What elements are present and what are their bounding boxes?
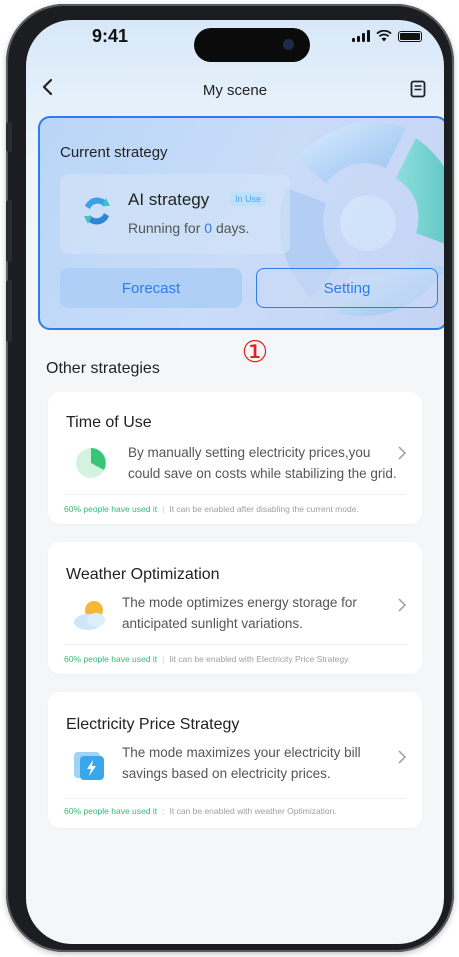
pie-chart-icon [76, 448, 106, 478]
card-title: Electricity Price Strategy [66, 716, 240, 733]
card-divider [64, 494, 406, 495]
running-prefix: Running for [128, 220, 205, 236]
ai-strategy-name: AI strategy [128, 190, 210, 209]
app-screen: 9:41 My scene Current strategy AI strate… [26, 20, 444, 944]
desc-line-2: savings based on electricity prices. [122, 766, 331, 781]
card-description: The mode maximizes your electricity bill… [122, 742, 361, 784]
status-time: 9:41 [92, 26, 129, 46]
card-footer: 60% people have used it; It can be enable… [64, 806, 337, 816]
signal-icon [352, 30, 370, 42]
forecast-button[interactable]: Forecast [60, 268, 242, 308]
current-strategy-card: Current strategy AI strategy In Use Runn… [38, 116, 444, 330]
running-days-text: Running for 0 days. [128, 220, 249, 236]
sun-cloud-icon [74, 601, 105, 630]
card-footer: 60% people have used it | Iit can be enabl… [64, 654, 350, 664]
dynamic-island [194, 28, 310, 62]
running-suffix: days. [212, 220, 250, 236]
ai-strategy-box: AI strategy In Use Running for 0 days. [60, 174, 290, 254]
time-of-use-card[interactable]: Time of Use By manually setting electric… [48, 392, 422, 524]
chevron-right-icon [398, 748, 407, 769]
other-strategies-title: Other strategies [46, 360, 160, 377]
volume-up-button [6, 200, 12, 262]
setting-button[interactable]: Setting [256, 268, 438, 308]
desc-line-2: could save on costs while stabilizing th… [128, 466, 397, 481]
electricity-bill-icon [74, 752, 104, 780]
enable-note: It can be enabled after disabling the cu… [169, 504, 359, 514]
enable-note: Iit can be enabled with Electricity Pric… [169, 654, 351, 664]
status-icons [352, 30, 422, 42]
volume-down-button [6, 280, 12, 342]
card-title: Time of Use [66, 414, 152, 431]
footer-separator: | [162, 654, 165, 664]
footer-separator: ; [162, 806, 165, 816]
current-strategy-label: Current strategy [60, 144, 168, 161]
chevron-right-icon [398, 444, 407, 465]
card-divider [64, 644, 406, 645]
enable-note: It can be enabled with weather Optimizat… [169, 806, 337, 816]
usage-stat: 60% people have used it [64, 806, 158, 816]
document-icon [410, 80, 426, 98]
desc-line-1: The mode maximizes your electricity bill [122, 745, 361, 760]
card-description: The mode optimizes energy storage for an… [122, 592, 357, 634]
chevron-right-icon [398, 596, 407, 617]
in-use-badge: In Use [230, 192, 267, 206]
ai-strategy-icon [84, 197, 110, 225]
card-divider [64, 798, 406, 799]
wifi-icon [376, 30, 392, 42]
battery-icon [398, 30, 422, 42]
phone-frame: 9:41 My scene Current strategy AI strate… [6, 4, 454, 952]
annotation-marker: ① [241, 336, 269, 369]
desc-line-1: By manually setting electricity prices,y… [128, 445, 371, 460]
nav-bar: My scene [26, 70, 444, 106]
usage-stat: 60% people have used it [64, 504, 158, 514]
electricity-price-strategy-card[interactable]: Electricity Price Strategy The mode maxi… [48, 692, 422, 828]
card-footer: 60% people have used it | It can be enable… [64, 504, 359, 514]
mute-switch [6, 122, 12, 152]
card-description: By manually setting electricity prices,y… [128, 442, 397, 484]
card-title: Weather Optimization [66, 566, 220, 583]
camera-icon [283, 39, 294, 50]
weather-optimization-card[interactable]: Weather Optimization The mode optimizes … [48, 542, 422, 674]
usage-stat: 60% people have used it [64, 654, 158, 664]
footer-separator: | [162, 504, 165, 514]
desc-line-1: The mode optimizes energy storage for [122, 595, 357, 610]
status-bar: 9:41 [26, 20, 444, 64]
desc-line-2: anticipated sunlight variations. [122, 616, 303, 631]
running-days-count: 0 [204, 220, 213, 236]
document-button[interactable] [410, 80, 426, 103]
page-title: My scene [202, 82, 268, 99]
